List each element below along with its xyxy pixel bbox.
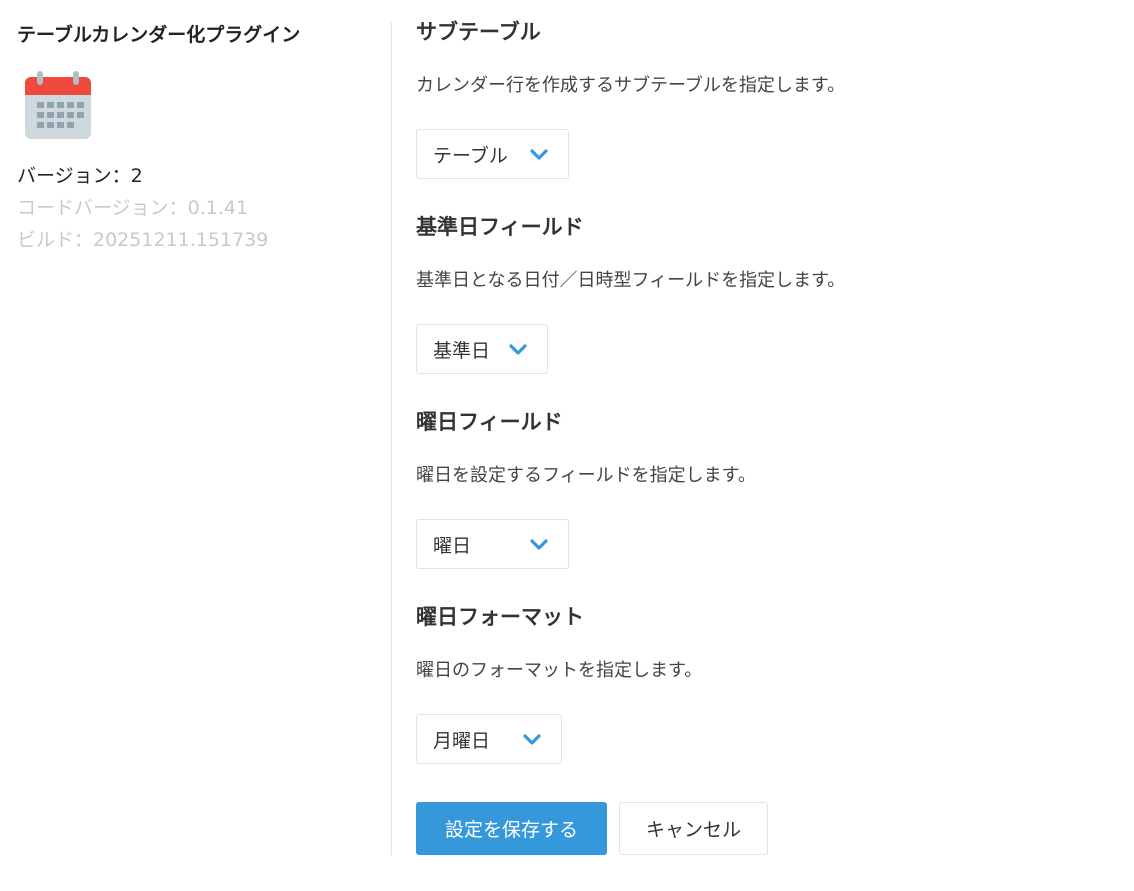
save-settings-button[interactable]: 設定を保存する xyxy=(416,802,607,855)
plugin-settings-page: テーブルカレンダー化プラグイン バージョン：2 コードバージョン：0.1.41 … xyxy=(0,0,1134,891)
weekday-format-title: 曜日フォーマット xyxy=(416,605,584,629)
plugin-code-version: コードバージョン：0.1.41 xyxy=(17,197,249,219)
chevron-down-icon xyxy=(530,149,548,160)
weekday-format-select-value: 月曜日 xyxy=(433,729,491,752)
weekday-field-select-value: 曜日 xyxy=(433,534,472,557)
weekday-format-description: 曜日のフォーマットを指定します。 xyxy=(416,660,703,681)
chevron-down-icon xyxy=(509,344,527,355)
plugin-info-sidebar: テーブルカレンダー化プラグイン バージョン：2 コードバージョン：0.1.41 … xyxy=(17,20,377,251)
base-date-title: 基準日フィールド xyxy=(416,215,584,239)
base-date-select[interactable]: 基準日 xyxy=(416,324,548,374)
calendar-icon xyxy=(25,71,91,139)
weekday-field-select[interactable]: 曜日 xyxy=(416,519,569,569)
cancel-button[interactable]: キャンセル xyxy=(619,802,768,855)
weekday-format-select[interactable]: 月曜日 xyxy=(416,714,562,764)
chevron-down-icon xyxy=(530,539,548,550)
subtable-select[interactable]: テーブル xyxy=(416,129,569,179)
base-date-select-value: 基準日 xyxy=(433,339,491,362)
subtable-description: カレンダー行を作成するサブテーブルを指定します。 xyxy=(416,75,846,96)
plugin-name: テーブルカレンダー化プラグイン xyxy=(17,24,301,46)
plugin-version: バージョン：2 xyxy=(17,165,143,187)
subtable-select-value: テーブル xyxy=(433,144,508,167)
weekday-field-description: 曜日を設定するフィールドを指定します。 xyxy=(416,465,756,486)
plugin-build: ビルド：20251211.151739 xyxy=(17,229,269,251)
sidebar-divider xyxy=(391,22,392,855)
subtable-title: サブテーブル xyxy=(416,20,541,44)
chevron-down-icon xyxy=(523,734,541,745)
base-date-description: 基準日となる日付／日時型フィールドを指定します。 xyxy=(416,270,846,291)
weekday-field-title: 曜日フィールド xyxy=(416,410,563,434)
plugin-meta: バージョン：2 コードバージョン：0.1.41 ビルド：20251211.151… xyxy=(17,160,268,256)
